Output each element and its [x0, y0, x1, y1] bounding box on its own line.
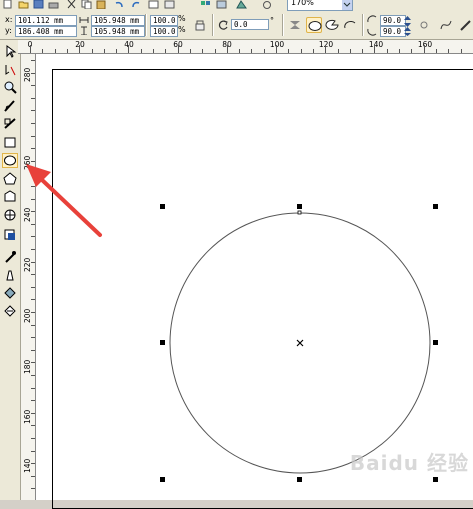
watermark: Baidu 经验: [350, 447, 469, 476]
handle-middle-right[interactable]: [433, 340, 438, 345]
selection-handles: [160, 204, 438, 482]
handle-bottom-left[interactable]: [160, 477, 165, 482]
handle-middle-left[interactable]: [160, 340, 165, 345]
drawing-layer: [0, 0, 473, 500]
handle-bottom-middle[interactable]: [297, 477, 302, 482]
center-mark-icon: [297, 340, 303, 346]
handle-top-middle[interactable]: [297, 204, 302, 209]
annotation-arrow-icon: [26, 164, 100, 235]
handle-top-right[interactable]: [433, 204, 438, 209]
handle-top-left[interactable]: [160, 204, 165, 209]
handle-bottom-right[interactable]: [433, 477, 438, 482]
node-handle[interactable]: [298, 211, 301, 214]
